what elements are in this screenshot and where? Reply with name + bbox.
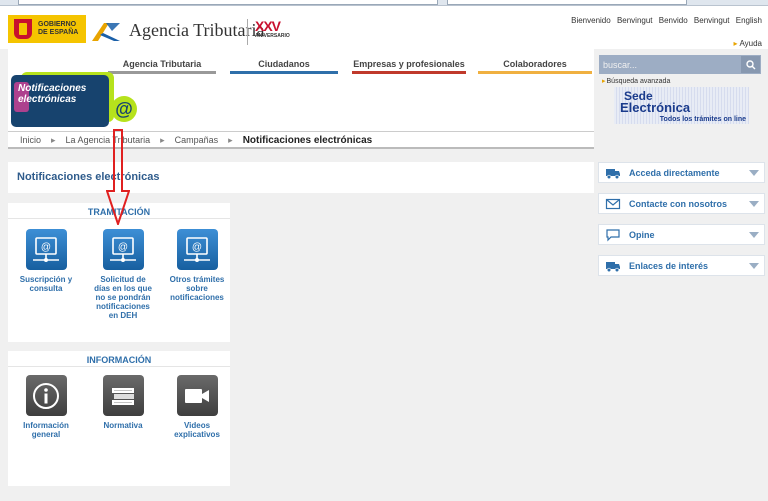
- chevron-down-icon: [749, 232, 759, 238]
- lang-link-benvingut-2[interactable]: Benvingut: [694, 16, 730, 25]
- tramite-label: Suscripción y consulta: [19, 275, 73, 293]
- info-general[interactable]: Información general: [16, 375, 76, 439]
- address-bar[interactable]: [18, 0, 438, 5]
- search-icon: [745, 59, 755, 69]
- nav-item-empresas[interactable]: Empresas y profesionales: [352, 59, 466, 74]
- breadcrumb-inicio[interactable]: Inicio: [20, 135, 41, 145]
- speech-bubble-icon: [606, 229, 620, 242]
- svg-text:@: @: [118, 242, 128, 253]
- chevron-down-icon: [749, 170, 759, 176]
- advanced-search-link[interactable]: Búsqueda avanzada: [602, 77, 671, 85]
- chevron-down-icon: [749, 263, 759, 269]
- gob-line2: DE ESPAÑA: [38, 29, 79, 36]
- truck-icon: [606, 262, 620, 273]
- info-normativa[interactable]: Normativa: [93, 375, 153, 430]
- banner-line2: electrónicas: [18, 94, 77, 105]
- chevron-down-icon: [749, 201, 759, 207]
- envelope-icon: [605, 198, 621, 210]
- sede-electronica-banner[interactable]: Sede Electrónica Todos los trámites on l…: [614, 87, 749, 124]
- svg-text:@: @: [192, 242, 202, 253]
- agencia-tributaria-logo-icon[interactable]: [90, 19, 122, 43]
- search-box: [599, 55, 761, 74]
- breadcrumb-separator-icon: ▸: [51, 135, 56, 145]
- banner-line1: Notificaciones: [18, 83, 87, 94]
- informacion-heading: INFORMACIÓN: [8, 351, 230, 367]
- xxv-subtitle: ANIVERSARIO: [255, 33, 290, 39]
- right-menu-label: Enlaces de interés: [629, 261, 709, 271]
- right-menu-opine[interactable]: Opine: [598, 224, 765, 245]
- agency-title[interactable]: Agencia Tributaria: [129, 20, 264, 41]
- svg-text:@: @: [41, 242, 51, 253]
- sede-line3: Todos los trámites on line: [659, 116, 746, 123]
- tramite-label: Solicitud de días en los que no se pondr…: [94, 275, 152, 320]
- right-menu-acceda[interactable]: Acceda directamente: [598, 162, 765, 183]
- tramite-solicitud-dias[interactable]: @ Solicitud de días en los que no se pon…: [93, 229, 153, 320]
- computer-icon: @: [25, 229, 67, 270]
- page-title-box: Notificaciones electrónicas: [8, 162, 594, 193]
- lang-link-benvingut[interactable]: Benvingut: [617, 16, 653, 25]
- info-label: Normativa: [103, 421, 143, 430]
- tramite-otros[interactable]: @ Otros trámites sobre notificaciones: [167, 229, 227, 302]
- info-icon: [25, 375, 67, 416]
- red-arrow-annotation: [106, 129, 130, 225]
- anniversary-logo: XXV ANIVERSARIO: [255, 18, 299, 42]
- nav-item-colaboradores[interactable]: Colaboradores: [478, 59, 592, 74]
- lang-link-english[interactable]: English: [736, 16, 762, 25]
- truck-icon: [606, 169, 620, 180]
- nav-item-agencia-tributaria[interactable]: Agencia Tributaria: [108, 59, 216, 74]
- breadcrumb-campanas[interactable]: Campañas: [175, 135, 219, 145]
- tramite-suscripcion[interactable]: @ Suscripción y consulta: [16, 229, 76, 293]
- right-menu-label: Acceda directamente: [629, 168, 720, 178]
- nav-underline: [230, 71, 338, 74]
- computer-icon: @: [176, 229, 218, 270]
- computer-icon: @: [102, 229, 144, 270]
- lang-link-benvido[interactable]: Benvido: [659, 16, 688, 25]
- language-links: Bienvenido Benvingut Benvido Benvingut E…: [567, 16, 762, 25]
- page-title: Notificaciones electrónicas: [17, 171, 160, 183]
- sede-line2: Electrónica: [620, 100, 691, 115]
- right-menu-label: Contacte con nosotros: [629, 199, 728, 209]
- site-header: GOBIERNO DE ESPAÑA Agencia Tributaria XX…: [0, 6, 768, 49]
- info-label: Información general: [23, 421, 69, 439]
- help-link[interactable]: Ayuda: [733, 39, 762, 48]
- nav-underline: [352, 71, 466, 74]
- breadcrumb: Inicio ▸ La Agencia Tributaria ▸ Campañas ▸ No…: [8, 131, 594, 149]
- gobierno-logo[interactable]: GOBIERNO DE ESPAÑA: [8, 15, 86, 43]
- nav-item-ciudadanos[interactable]: Ciudadanos: [230, 59, 338, 74]
- search-input[interactable]: [601, 57, 738, 72]
- nav-label: Colaboradores: [503, 59, 567, 69]
- breadcrumb-separator-icon: ▸: [228, 135, 233, 145]
- nav-label: Ciudadanos: [258, 59, 310, 69]
- lang-link-bienvenido[interactable]: Bienvenido: [571, 16, 611, 25]
- notificaciones-banner: Notificaciones electrónicas @: [11, 70, 139, 128]
- xxv-text: XXV: [255, 18, 281, 34]
- nav-label: Agencia Tributaria: [122, 59, 202, 69]
- video-camera-icon: [176, 375, 218, 416]
- info-videos[interactable]: Videos explicativos: [167, 375, 227, 439]
- right-menu-label: Opine: [629, 230, 655, 240]
- breadcrumb-separator-icon: ▸: [160, 135, 165, 145]
- coat-of-arms-icon: [12, 17, 34, 41]
- nav-label: Empresas y profesionales: [353, 59, 465, 69]
- right-menu-enlaces[interactable]: Enlaces de interés: [598, 255, 765, 276]
- browser-search-bar[interactable]: [447, 0, 687, 5]
- tramite-label: Otros trámites sobre notificaciones: [169, 275, 225, 302]
- at-sign-icon: @: [111, 96, 137, 122]
- search-button[interactable]: [741, 56, 760, 73]
- nav-underline: [478, 71, 592, 74]
- books-icon: [102, 375, 144, 416]
- right-menu-contacte[interactable]: Contacte con nosotros: [598, 193, 765, 214]
- banner-text: Notificaciones electrónicas: [18, 83, 86, 105]
- info-label: Videos explicativos: [174, 421, 220, 439]
- breadcrumb-current: Notificaciones electrónicas: [242, 135, 373, 146]
- header-divider: [247, 19, 248, 45]
- gob-line1: GOBIERNO: [38, 21, 77, 28]
- informacion-panel: INFORMACIÓN Información general Normativ…: [8, 351, 230, 486]
